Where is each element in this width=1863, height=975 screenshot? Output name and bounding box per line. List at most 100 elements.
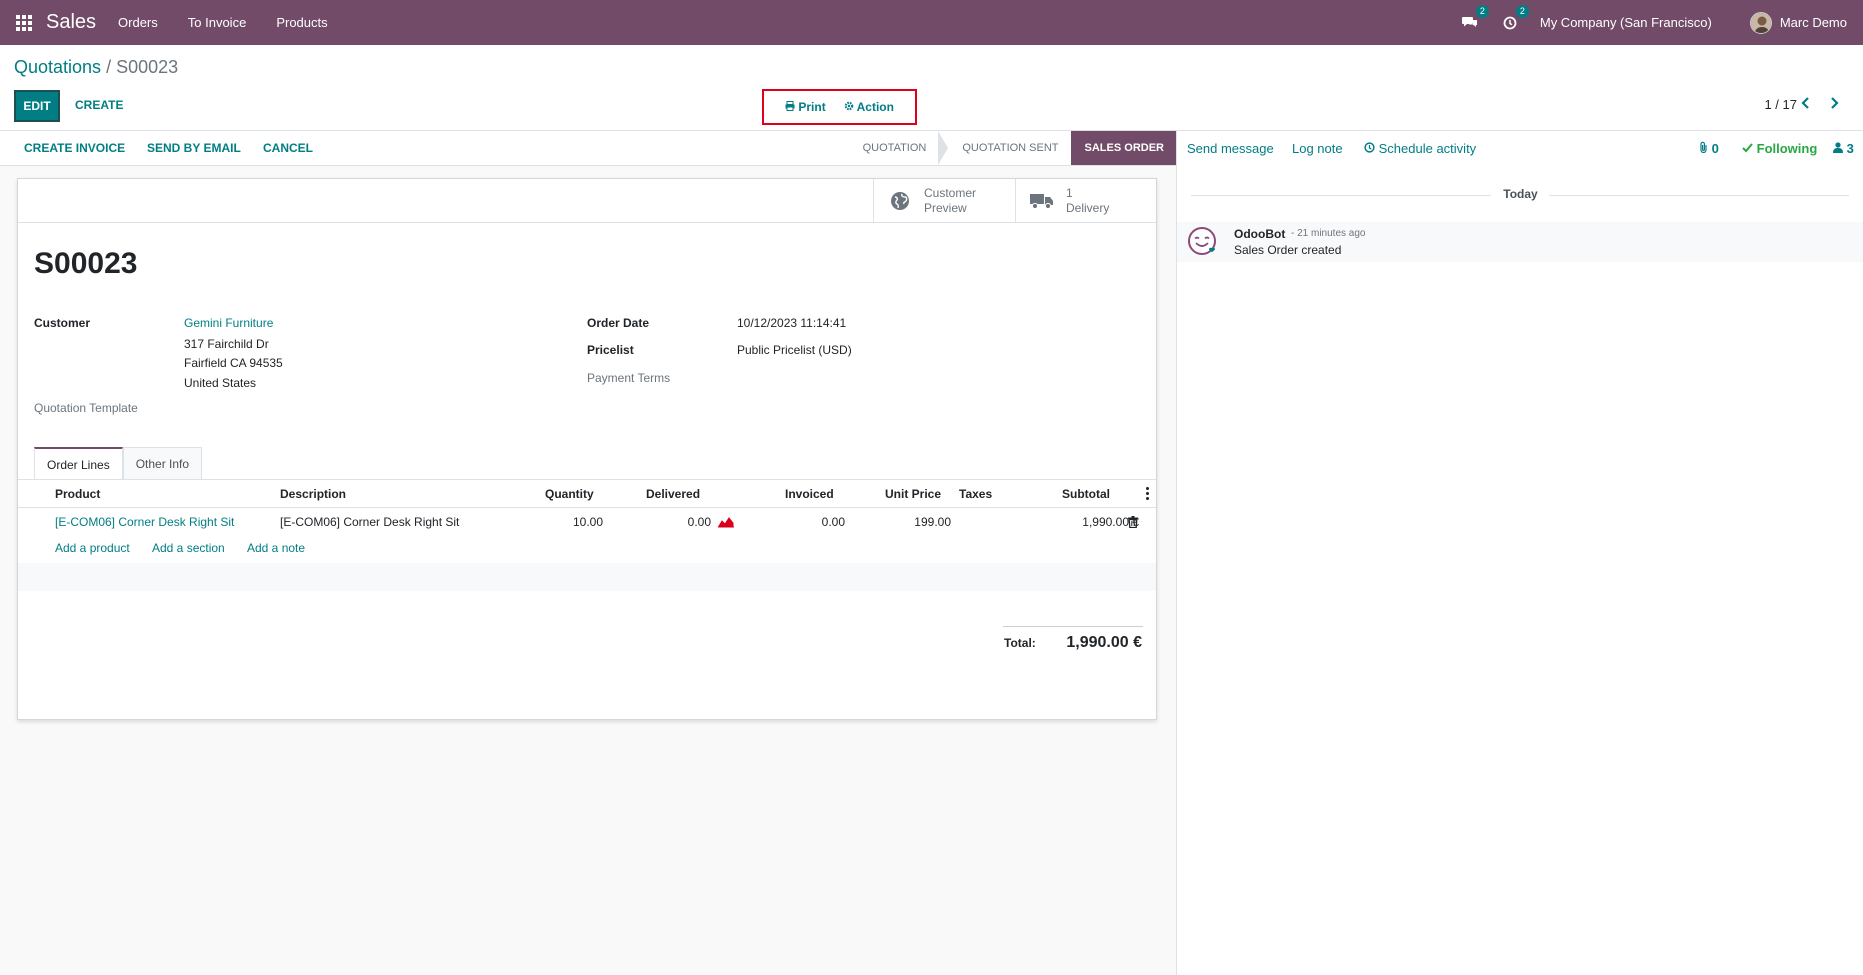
pricelist-field[interactable]: Public Pricelist (USD) (737, 341, 852, 360)
trash-icon[interactable] (1128, 516, 1138, 528)
table-header-divider (18, 507, 1156, 508)
company-switcher[interactable]: My Company (San Francisco) (1540, 15, 1712, 30)
date-divider-right (1549, 195, 1849, 196)
odoobot-avatar (1188, 227, 1216, 255)
breadcrumb: Quotations / S00023 (14, 57, 178, 78)
clock-icon (1503, 16, 1517, 29)
pricelist-label: Pricelist (587, 343, 634, 357)
attachments-button[interactable]: 0 (1699, 141, 1719, 156)
col-invoiced[interactable]: Invoiced (785, 487, 834, 501)
col-subtotal[interactable]: Subtotal (1062, 487, 1110, 501)
stage-quotation-sent[interactable]: QUOTATION SENT (948, 131, 1070, 165)
action-button[interactable]: Action (844, 100, 894, 114)
col-product[interactable]: Product (55, 487, 100, 501)
log-note-button[interactable]: Log note (1292, 141, 1343, 156)
add-product-link[interactable]: Add a product (55, 541, 130, 555)
print-label: Print (798, 100, 826, 114)
printer-icon (785, 101, 795, 111)
create-invoice-button[interactable]: CREATE INVOICE (24, 141, 125, 155)
tab-order-lines[interactable]: Order Lines (34, 447, 123, 480)
apps-menu-icon[interactable] (14, 13, 34, 33)
optional-columns-icon[interactable] (1146, 487, 1150, 500)
message-body: Sales Order created (1234, 243, 1342, 257)
menu-products[interactable]: Products (276, 15, 327, 30)
print-button[interactable]: Print (785, 100, 826, 114)
preview-line2: Preview (924, 201, 967, 215)
messaging-menu[interactable]: 2 (1460, 4, 1489, 33)
col-unit-price[interactable]: Unit Price (885, 487, 941, 501)
breadcrumb-quotations[interactable]: Quotations (14, 57, 101, 77)
notebook-tabs: Order Lines Other Info (34, 447, 203, 480)
total-label: Total: (1004, 636, 1036, 650)
following-label: Following (1756, 141, 1818, 156)
globe-icon (891, 192, 909, 210)
pager-next-icon[interactable] (1829, 97, 1839, 112)
paperclip-icon (1700, 141, 1707, 154)
send-by-email-button[interactable]: SEND BY EMAIL (147, 141, 241, 155)
tab-other-info[interactable]: Other Info (122, 447, 203, 480)
col-taxes[interactable]: Taxes (959, 487, 992, 501)
schedule-activity-button[interactable]: Schedule activity (1364, 141, 1476, 156)
customer-label: Customer (34, 316, 91, 330)
message-time: - 21 minutes ago (1291, 228, 1366, 239)
chatter-message[interactable]: OdooBot - 21 minutes ago Sales Order cre… (1177, 222, 1863, 262)
line-delivered: 0.00 (687, 515, 711, 529)
add-section-link[interactable]: Add a section (152, 541, 225, 555)
breadcrumb-separator: / (101, 57, 117, 77)
pager-value[interactable]: 1 / 17 (1764, 97, 1797, 112)
total-divider (1003, 626, 1143, 627)
gear-icon (844, 101, 854, 111)
add-note-link[interactable]: Add a note (247, 541, 305, 555)
schedule-activity-label: Schedule activity (1378, 141, 1477, 156)
order-date-field[interactable]: 10/12/2023 11:14:41 (737, 314, 846, 333)
stage-separator (938, 131, 949, 165)
line-quantity[interactable]: 10.00 (543, 515, 603, 529)
user-avatar[interactable] (1749, 11, 1772, 34)
col-quantity[interactable]: Quantity (545, 487, 594, 501)
total-amount: 1,990.00 € (1066, 634, 1142, 651)
chatter-panel: Send message Log note Schedule activity … (1176, 131, 1863, 975)
preview-line1: Customer (924, 186, 977, 200)
delivery-count: 1 (1066, 186, 1073, 200)
status-stages: QUOTATION QUOTATION SENT SALES ORDER (849, 131, 1176, 165)
customer-preview-button[interactable]: Customer Preview (873, 179, 1015, 223)
forecast-chart-icon[interactable] (718, 516, 734, 528)
activity-menu[interactable]: 2 (1500, 4, 1529, 33)
quotation-template-label: Quotation Template (34, 401, 138, 415)
messages-badge: 2 (1475, 4, 1489, 18)
line-unit-price[interactable]: 199.00 (878, 515, 951, 529)
edit-button[interactable]: EDIT (14, 90, 60, 122)
app-name[interactable]: Sales (46, 11, 96, 34)
send-message-button[interactable]: Send message (1187, 141, 1274, 156)
followers-button[interactable]: 3 (1833, 141, 1854, 156)
stage-quotation[interactable]: QUOTATION (849, 131, 939, 165)
menu-orders[interactable]: Orders (118, 15, 158, 30)
pager-previous-icon[interactable] (1801, 97, 1811, 112)
followers-count: 3 (1846, 141, 1854, 156)
menu-to-invoice[interactable]: To Invoice (188, 15, 247, 30)
user-menu[interactable]: Marc Demo (1780, 15, 1847, 30)
attachments-count: 0 (1711, 141, 1719, 156)
stage-sales-order[interactable]: SALES ORDER (1070, 131, 1176, 165)
col-description[interactable]: Description (280, 487, 346, 501)
chat-bubbles-icon (1461, 16, 1477, 27)
message-author[interactable]: OdooBot (1234, 227, 1285, 241)
line-subtotal: 1,990.00 € (1082, 515, 1139, 529)
action-label: Action (856, 100, 894, 114)
breadcrumb-current: S00023 (116, 57, 179, 77)
delivery-button[interactable]: 1 Delivery (1015, 179, 1157, 223)
line-product[interactable]: [E-COM06] Corner Desk Right Sit (55, 515, 234, 529)
line-description[interactable]: [E-COM06] Corner Desk Right Sit (280, 515, 459, 529)
customer-address-line3: United States (184, 376, 257, 390)
form-sheet: Customer Preview 1 Delivery S00023 Custome… (17, 178, 1157, 720)
cancel-button[interactable]: CANCEL (263, 141, 313, 155)
customer-field[interactable]: Gemini Furniture (184, 314, 273, 333)
customer-address-line2: Fairfield CA 94535 (184, 356, 283, 370)
col-delivered[interactable]: Delivered (646, 487, 700, 501)
create-button[interactable]: CREATE (75, 98, 123, 112)
line-invoiced: 0.00 (821, 515, 845, 529)
following-button[interactable]: Following (1742, 141, 1817, 156)
top-navbar: Sales Orders To Invoice Products 2 2 My … (0, 0, 1863, 45)
delivery-label: Delivery (1066, 201, 1110, 215)
truck-icon (1030, 194, 1053, 210)
